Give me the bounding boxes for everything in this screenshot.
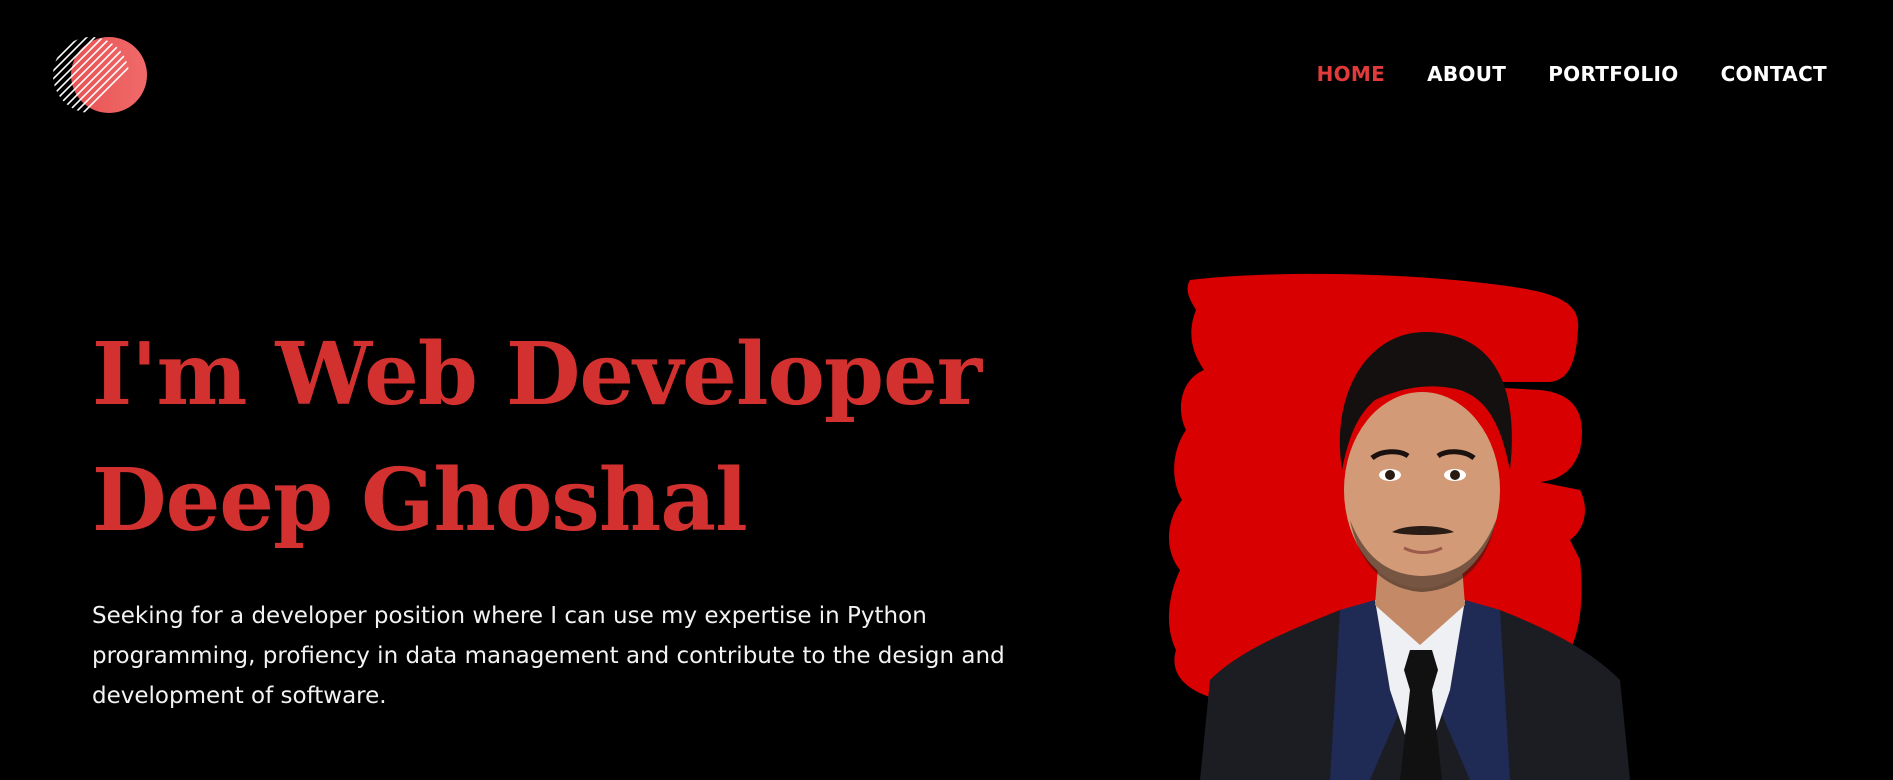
main-nav: HOME ABOUT PORTFOLIO CONTACT: [1317, 60, 1827, 88]
hero-title-line-1: I'm Web Developer: [92, 324, 982, 425]
logo-icon[interactable]: [52, 36, 148, 114]
nav-contact-link[interactable]: CONTACT: [1721, 60, 1827, 88]
nav-portfolio-link[interactable]: PORTFOLIO: [1548, 60, 1678, 88]
hero-title: I'm Web Developer Deep Ghoshal: [92, 312, 982, 564]
nav-about-link[interactable]: ABOUT: [1427, 60, 1506, 88]
nav-home-link[interactable]: HOME: [1317, 60, 1386, 88]
hero-title-line-2: Deep Ghoshal: [92, 450, 748, 551]
hero-description: Seeking for a developer position where I…: [92, 603, 1005, 709]
profile-portrait: [1160, 270, 1700, 780]
